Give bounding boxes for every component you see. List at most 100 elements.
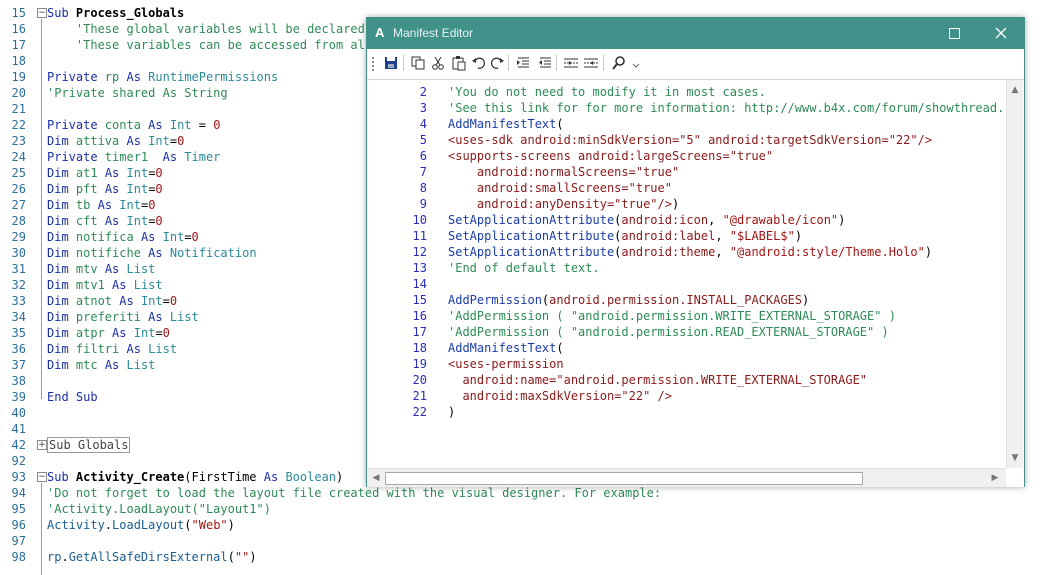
manifest-line[interactable]: 20 android:name="android.permission.WRIT… (367, 372, 1005, 388)
collapse-fold-icon[interactable]: − (37, 472, 47, 482)
save-button[interactable] (383, 55, 399, 71)
code-token: Dim (47, 262, 76, 276)
code-token: Int (119, 198, 141, 212)
code-token: ) (336, 470, 344, 484)
indent-button[interactable] (515, 55, 531, 71)
manifest-line[interactable]: 14 (367, 276, 1005, 292)
manifest-line[interactable]: 8 android:smallScreens="true" (367, 180, 1005, 196)
find-button[interactable] (611, 55, 627, 71)
manifest-editor-window[interactable]: A Manifest Editor 2 'You do not need to m… (366, 17, 1025, 487)
line-number: 27 (11, 198, 26, 212)
manifest-line[interactable]: 22) (367, 404, 1005, 420)
code-token: List (148, 342, 178, 356)
manifest-line[interactable]: 21 android:maxSdkVersion="22" /> (367, 388, 1005, 404)
close-button[interactable] (978, 18, 1024, 49)
manifest-line[interactable]: 3 'See this link for for more information… (367, 100, 1005, 116)
manifest-line[interactable]: 7 android:normalScreens="true" (367, 164, 1005, 180)
block-uncomment-button[interactable] (583, 55, 599, 71)
code-token: Int (126, 182, 149, 196)
code-line[interactable]: 95 'Activity.LoadLayout("Layout1") (0, 501, 1061, 517)
line-number: 8 (419, 181, 427, 195)
toolbar-grip[interactable] (372, 57, 374, 71)
code-line[interactable]: 94 'Do not forget to load the layout file… (0, 485, 1061, 501)
overflow-chevron-button[interactable] (629, 55, 645, 71)
code-token: rp (47, 550, 62, 564)
code-line[interactable]: 96 Activity.LoadLayout("Web") (0, 517, 1061, 533)
manifest-line[interactable]: 17 'AddPermission ( "android.permission.R… (367, 324, 1005, 340)
expand-fold-icon[interactable]: + (37, 440, 47, 450)
code-token: filtri (75, 342, 127, 356)
block-comment-icon (564, 58, 578, 68)
manifest-line[interactable]: 13 'End of default text. (367, 260, 1005, 276)
collapsed-region[interactable]: Sub Globals (47, 437, 131, 453)
outdent-button[interactable] (537, 55, 553, 71)
vertical-scrollbar[interactable]: ▲ ▼ (1006, 80, 1023, 468)
code-token: As (126, 70, 149, 84)
manifest-line[interactable]: 6 <supports-screens android:largeScreens=… (367, 148, 1005, 164)
code-token: Int (126, 166, 149, 180)
close-icon (995, 27, 1007, 39)
code-token: Private (47, 118, 105, 132)
code-token: notifiche (75, 246, 149, 260)
code-text: 'These variables can be accessed from al… (47, 37, 372, 53)
manifest-line[interactable]: 18 AddManifestText( (367, 340, 1005, 356)
toolbar (367, 49, 1024, 79)
line-number: 13 (412, 261, 427, 275)
collapse-fold-icon[interactable]: − (37, 8, 47, 18)
undo-button[interactable] (471, 55, 487, 71)
manifest-line[interactable]: 15 AddPermission(android.permission.INSTA… (367, 292, 1005, 308)
line-number: 34 (11, 310, 26, 324)
line-number: 17 (412, 325, 427, 339)
horizontal-scroll-thumb[interactable] (385, 472, 863, 485)
copy-button[interactable] (410, 55, 426, 71)
code-line[interactable]: 98 rp.GetAllSafeDirsExternal("") (0, 549, 1061, 565)
horizontal-scrollbar[interactable]: ◀ ▶ (367, 468, 1006, 487)
code-text: Sub Process_Globals (47, 5, 184, 21)
code-token: atnot (75, 294, 120, 308)
code-token: Activity (47, 518, 105, 532)
code-line[interactable]: 97 (0, 533, 1061, 549)
scroll-down-icon[interactable]: ▼ (1009, 452, 1021, 464)
code-token: As (112, 326, 134, 340)
line-number: 35 (11, 326, 26, 340)
code-token: Int (162, 230, 185, 244)
code-token: List (133, 278, 163, 292)
code-token: "Web" (191, 518, 228, 532)
code-token: AddPermission (448, 293, 542, 307)
line-number: 19 (11, 70, 26, 84)
code-token: Dim (47, 310, 76, 324)
code-text: Dim filtri As List (47, 341, 177, 357)
manifest-line[interactable]: 2 'You do not need to modify it in most c… (367, 84, 1005, 100)
code-text: 'These global variables will be declared… (47, 21, 379, 37)
line-number: 38 (11, 374, 26, 388)
scroll-up-icon[interactable]: ▲ (1009, 84, 1021, 96)
manifest-line[interactable]: 5 <uses-sdk android:minSdkVersion="5" and… (367, 132, 1005, 148)
code-token: SetApplicationAttribute (448, 229, 615, 243)
code-token: Int (133, 326, 156, 340)
manifest-text-area[interactable]: 2 'You do not need to modify it in most c… (367, 79, 1024, 487)
manifest-line[interactable]: 12 SetApplicationAttribute(android:theme,… (367, 244, 1005, 260)
line-number: 12 (412, 245, 427, 259)
manifest-line[interactable]: 9 android:anyDensity="true"/>) (367, 196, 1005, 212)
code-token: Private (47, 70, 105, 84)
line-number: 95 (11, 502, 26, 516)
cut-button[interactable] (430, 55, 446, 71)
code-token: notifica (75, 230, 141, 244)
line-number: 7 (419, 165, 427, 179)
manifest-line[interactable]: 4 AddManifestText( (367, 116, 1005, 132)
redo-button[interactable] (489, 55, 505, 71)
manifest-line[interactable]: 16 'AddPermission ( "android.permission.W… (367, 308, 1005, 324)
block-comment-button[interactable] (563, 55, 579, 71)
scroll-right-icon[interactable]: ▶ (989, 472, 1001, 484)
paste-icon (452, 56, 466, 71)
manifest-line[interactable]: 11 SetApplicationAttribute(android:label,… (367, 228, 1005, 244)
paste-button[interactable] (451, 55, 467, 71)
code-token: (FirstTime (184, 470, 264, 484)
scroll-left-icon[interactable]: ◀ (370, 472, 382, 484)
manifest-line[interactable]: 10 SetApplicationAttribute(android:icon, … (367, 212, 1005, 228)
manifest-line[interactable]: 19 <uses-permission (367, 356, 1005, 372)
code-token: Dim (47, 230, 76, 244)
code-text: Sub Activity_Create(FirstTime As Boolean… (47, 469, 343, 485)
title-bar[interactable]: A Manifest Editor (367, 18, 1024, 49)
maximize-button[interactable] (931, 18, 977, 49)
